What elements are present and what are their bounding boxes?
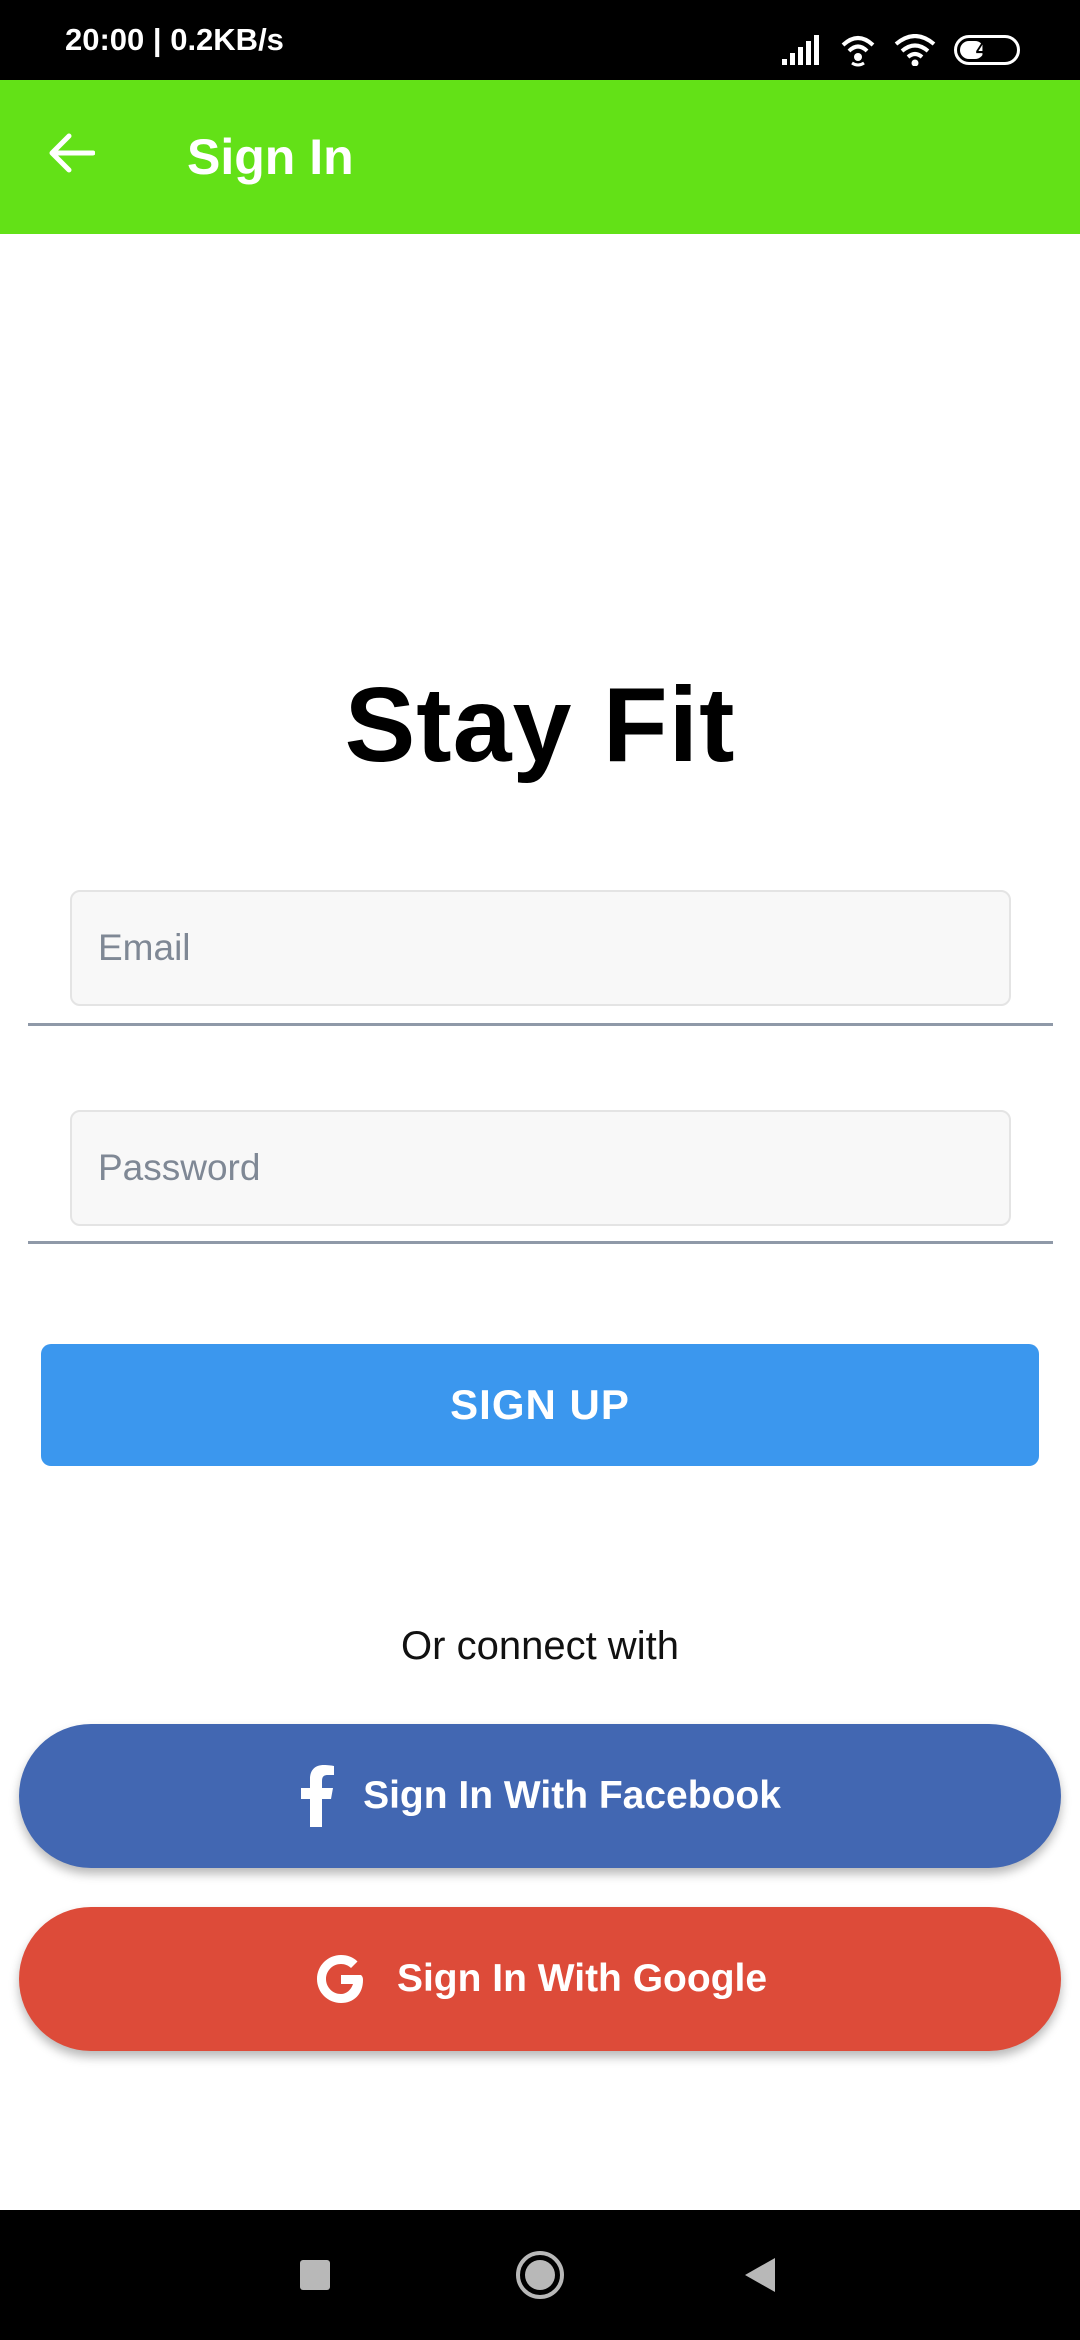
google-button-label: Sign In With Google [396,1957,768,2000]
facebook-signin-button[interactable]: Sign In With Facebook [19,1724,1061,1868]
arrow-left-icon [49,133,95,173]
password-field[interactable] [70,1110,1011,1226]
network-speed: 0.2KB/s [170,22,284,57]
app-brand-title: Stay Fit [344,666,736,784]
wifi-icon [894,34,936,66]
hotspot-icon [841,36,875,67]
back-button[interactable] [40,122,102,184]
status-info: 20:00 | 0.2KB/s [65,0,284,80]
google-icon [313,1951,369,2007]
password-underline [28,1241,1053,1244]
password-field-container [28,1110,1053,1244]
signup-button-label: SIGN UP [450,1381,630,1428]
signup-button[interactable]: SIGN UP [41,1344,1039,1466]
google-signin-button[interactable]: Sign In With Google [19,1907,1061,2051]
email-field-container [28,890,1053,1026]
page-title: Sign In [187,129,354,185]
home-icon [516,2251,564,2299]
app-bar: Sign In [0,80,1080,234]
signal-icon [782,35,819,65]
status-time: 20:00 [65,22,145,57]
recent-apps-icon [300,2260,330,2290]
status-bar: 20:00 | 0.2KB/s 42 [0,0,1080,80]
status-separator: | [144,22,171,57]
back-icon [745,2258,775,2292]
system-back-button[interactable] [700,2210,820,2340]
recent-apps-button[interactable] [255,2210,375,2340]
home-button[interactable] [480,2210,600,2340]
email-field[interactable] [70,890,1011,1006]
connect-with-label: Or connect with [401,1624,679,1668]
system-nav-bar [0,2210,1080,2340]
battery-level: 42 [975,38,999,61]
facebook-button-label: Sign In With Facebook [363,1774,781,1817]
email-underline [28,1023,1053,1026]
battery-icon: 42 [954,35,1020,65]
facebook-icon [299,1765,335,1827]
status-icons: 42 [782,30,1020,70]
